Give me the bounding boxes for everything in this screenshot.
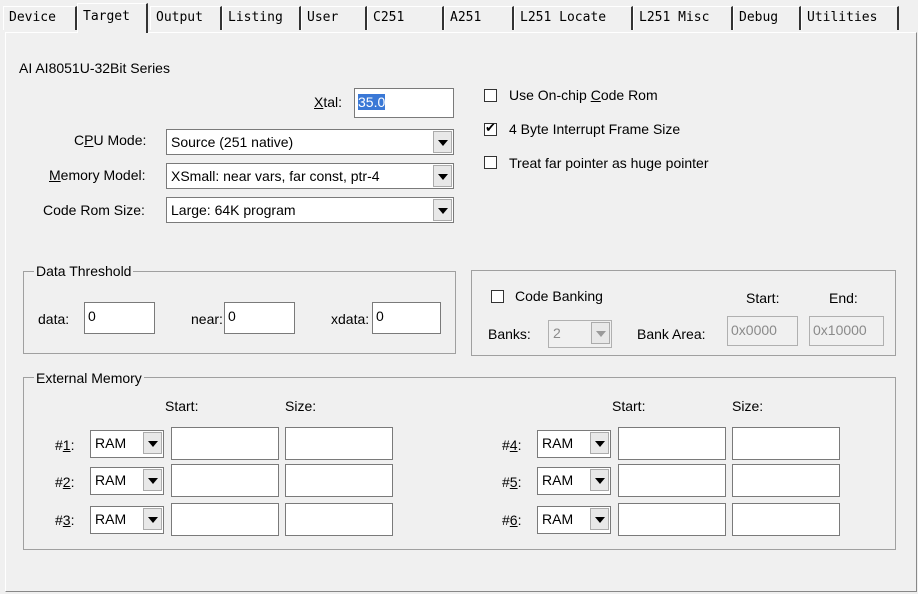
tab-device[interactable]: Device: [3, 6, 77, 30]
ext-mem-2-type-select[interactable]: RAM: [90, 467, 164, 495]
ext-mem-4-start-input[interactable]: [618, 427, 726, 460]
chevron-down-icon[interactable]: [591, 322, 610, 344]
ext-mem-2-type-value: RAM: [95, 472, 127, 488]
ext-mem-3-type-select[interactable]: RAM: [90, 506, 164, 534]
ext-mem-6-label: #6:: [502, 512, 522, 528]
interrupt-frame-size-checkbox[interactable]: [484, 121, 497, 137]
xtal-input[interactable]: 35.0: [354, 88, 454, 118]
ext-mem-2-label: #2:: [55, 474, 75, 490]
ext-mem-4-size-input[interactable]: [732, 427, 840, 460]
cpu-mode-select[interactable]: Source (251 native): [166, 129, 454, 155]
ext-mem-1-type-value: RAM: [95, 435, 127, 451]
ext-mem-4-type-select[interactable]: RAM: [537, 430, 611, 458]
xtal-label: Xtal:: [314, 94, 343, 110]
ext-mem-5-label: #5:: [502, 474, 522, 490]
ext-mem-4-label: #4:: [502, 437, 522, 453]
ext-mem-6-size-input[interactable]: [732, 503, 840, 536]
data-label: data:: [38, 311, 70, 327]
tab-debug[interactable]: Debug: [733, 6, 801, 30]
tab-c251[interactable]: C251: [367, 6, 444, 30]
memory-model-value: XSmall: near vars, far const, ptr-4: [171, 168, 380, 184]
code-banking-label: Code Banking: [515, 288, 603, 304]
data-threshold-input[interactable]: 0: [84, 302, 155, 334]
ext-mem-6-type-value: RAM: [542, 511, 574, 527]
ext-mem-6-start-input[interactable]: [618, 503, 726, 536]
chevron-down-icon[interactable]: [590, 432, 609, 454]
banks-select[interactable]: 2: [548, 320, 612, 348]
ext-size-header-left: Size:: [285, 398, 317, 414]
memory-model-select[interactable]: XSmall: near vars, far const, ptr-4: [166, 163, 454, 189]
ext-mem-6-type-select[interactable]: RAM: [537, 506, 611, 534]
cpu-mode-label: CPU Mode:: [74, 132, 147, 148]
use-onchip-code-rom-label: Use On-chip Code Rom: [509, 87, 658, 103]
ext-mem-5-start-input[interactable]: [618, 464, 726, 497]
chevron-down-icon[interactable]: [433, 165, 452, 187]
ext-mem-2-start-input[interactable]: [171, 464, 279, 497]
ext-mem-3-label: #3:: [55, 512, 75, 528]
data-threshold-title: Data Threshold: [34, 263, 134, 279]
ext-mem-1-start-input[interactable]: [171, 427, 279, 460]
bank-end-header: End:: [829, 290, 858, 306]
chevron-down-icon[interactable]: [590, 469, 609, 491]
ext-mem-5-type-select[interactable]: RAM: [537, 467, 611, 495]
ext-mem-3-type-value: RAM: [95, 511, 127, 527]
bank-area-label: Bank Area:: [637, 326, 706, 342]
ext-mem-4-type-value: RAM: [542, 435, 574, 451]
far-as-huge-pointer-label: Treat far pointer as huge pointer: [509, 155, 709, 171]
tab-l251-locate[interactable]: L251 Locate: [514, 6, 633, 30]
near-label: near:: [191, 311, 223, 327]
tab-bar: Device Target Output Listing User C251 A…: [0, 0, 918, 36]
xdata-label: xdata:: [331, 311, 370, 327]
code-rom-size-value: Large: 64K program: [171, 202, 296, 218]
bank-area-end-input[interactable]: 0x10000: [809, 316, 884, 346]
tab-target[interactable]: Target: [77, 3, 148, 33]
ext-mem-1-size-input[interactable]: [285, 427, 393, 460]
xtal-value: 35.0: [358, 94, 386, 110]
interrupt-frame-size-label: 4 Byte Interrupt Frame Size: [509, 121, 681, 137]
use-onchip-code-rom-checkbox[interactable]: [484, 89, 497, 102]
bank-area-start-input[interactable]: 0x0000: [727, 316, 798, 346]
near-threshold-input[interactable]: 0: [224, 302, 295, 334]
xdata-threshold-input[interactable]: 0: [372, 302, 441, 334]
code-banking-checkbox[interactable]: [491, 290, 504, 303]
chevron-down-icon[interactable]: [433, 131, 452, 153]
code-rom-size-label: Code Rom Size:: [43, 202, 145, 218]
ext-start-header-right: Start:: [612, 398, 646, 414]
bank-start-header: Start:: [746, 290, 780, 306]
ext-size-header-right: Size:: [732, 398, 764, 414]
chevron-down-icon[interactable]: [590, 508, 609, 530]
tab-user[interactable]: User: [301, 6, 367, 30]
banks-value: 2: [553, 325, 561, 341]
ext-mem-2-size-input[interactable]: [285, 464, 393, 497]
ext-start-header-left: Start:: [165, 398, 199, 414]
banks-label: Banks:: [488, 326, 531, 342]
chevron-down-icon[interactable]: [143, 508, 162, 530]
memory-model-label: Memory Model:: [49, 167, 146, 183]
ext-mem-3-size-input[interactable]: [285, 503, 393, 536]
far-as-huge-pointer-checkbox[interactable]: [484, 156, 497, 169]
ext-mem-1-label: #1:: [55, 437, 75, 453]
chevron-down-icon[interactable]: [143, 469, 162, 491]
tab-a251[interactable]: A251: [444, 6, 514, 30]
tab-l251-misc[interactable]: L251 Misc: [633, 6, 733, 30]
ext-mem-1-type-select[interactable]: RAM: [90, 430, 164, 458]
tab-output[interactable]: Output: [150, 6, 222, 30]
code-rom-size-select[interactable]: Large: 64K program: [166, 197, 454, 223]
external-memory-title: External Memory: [34, 370, 144, 386]
tab-utilities[interactable]: Utilities: [801, 6, 899, 30]
cpu-mode-value: Source (251 native): [171, 134, 294, 150]
chevron-down-icon[interactable]: [433, 199, 452, 221]
ext-mem-5-type-value: RAM: [542, 472, 574, 488]
chevron-down-icon[interactable]: [143, 432, 162, 454]
tab-listing[interactable]: Listing: [222, 6, 301, 30]
device-name: AI AI8051U-32Bit Series: [19, 60, 170, 76]
ext-mem-5-size-input[interactable]: [732, 464, 840, 497]
ext-mem-3-start-input[interactable]: [171, 503, 279, 536]
